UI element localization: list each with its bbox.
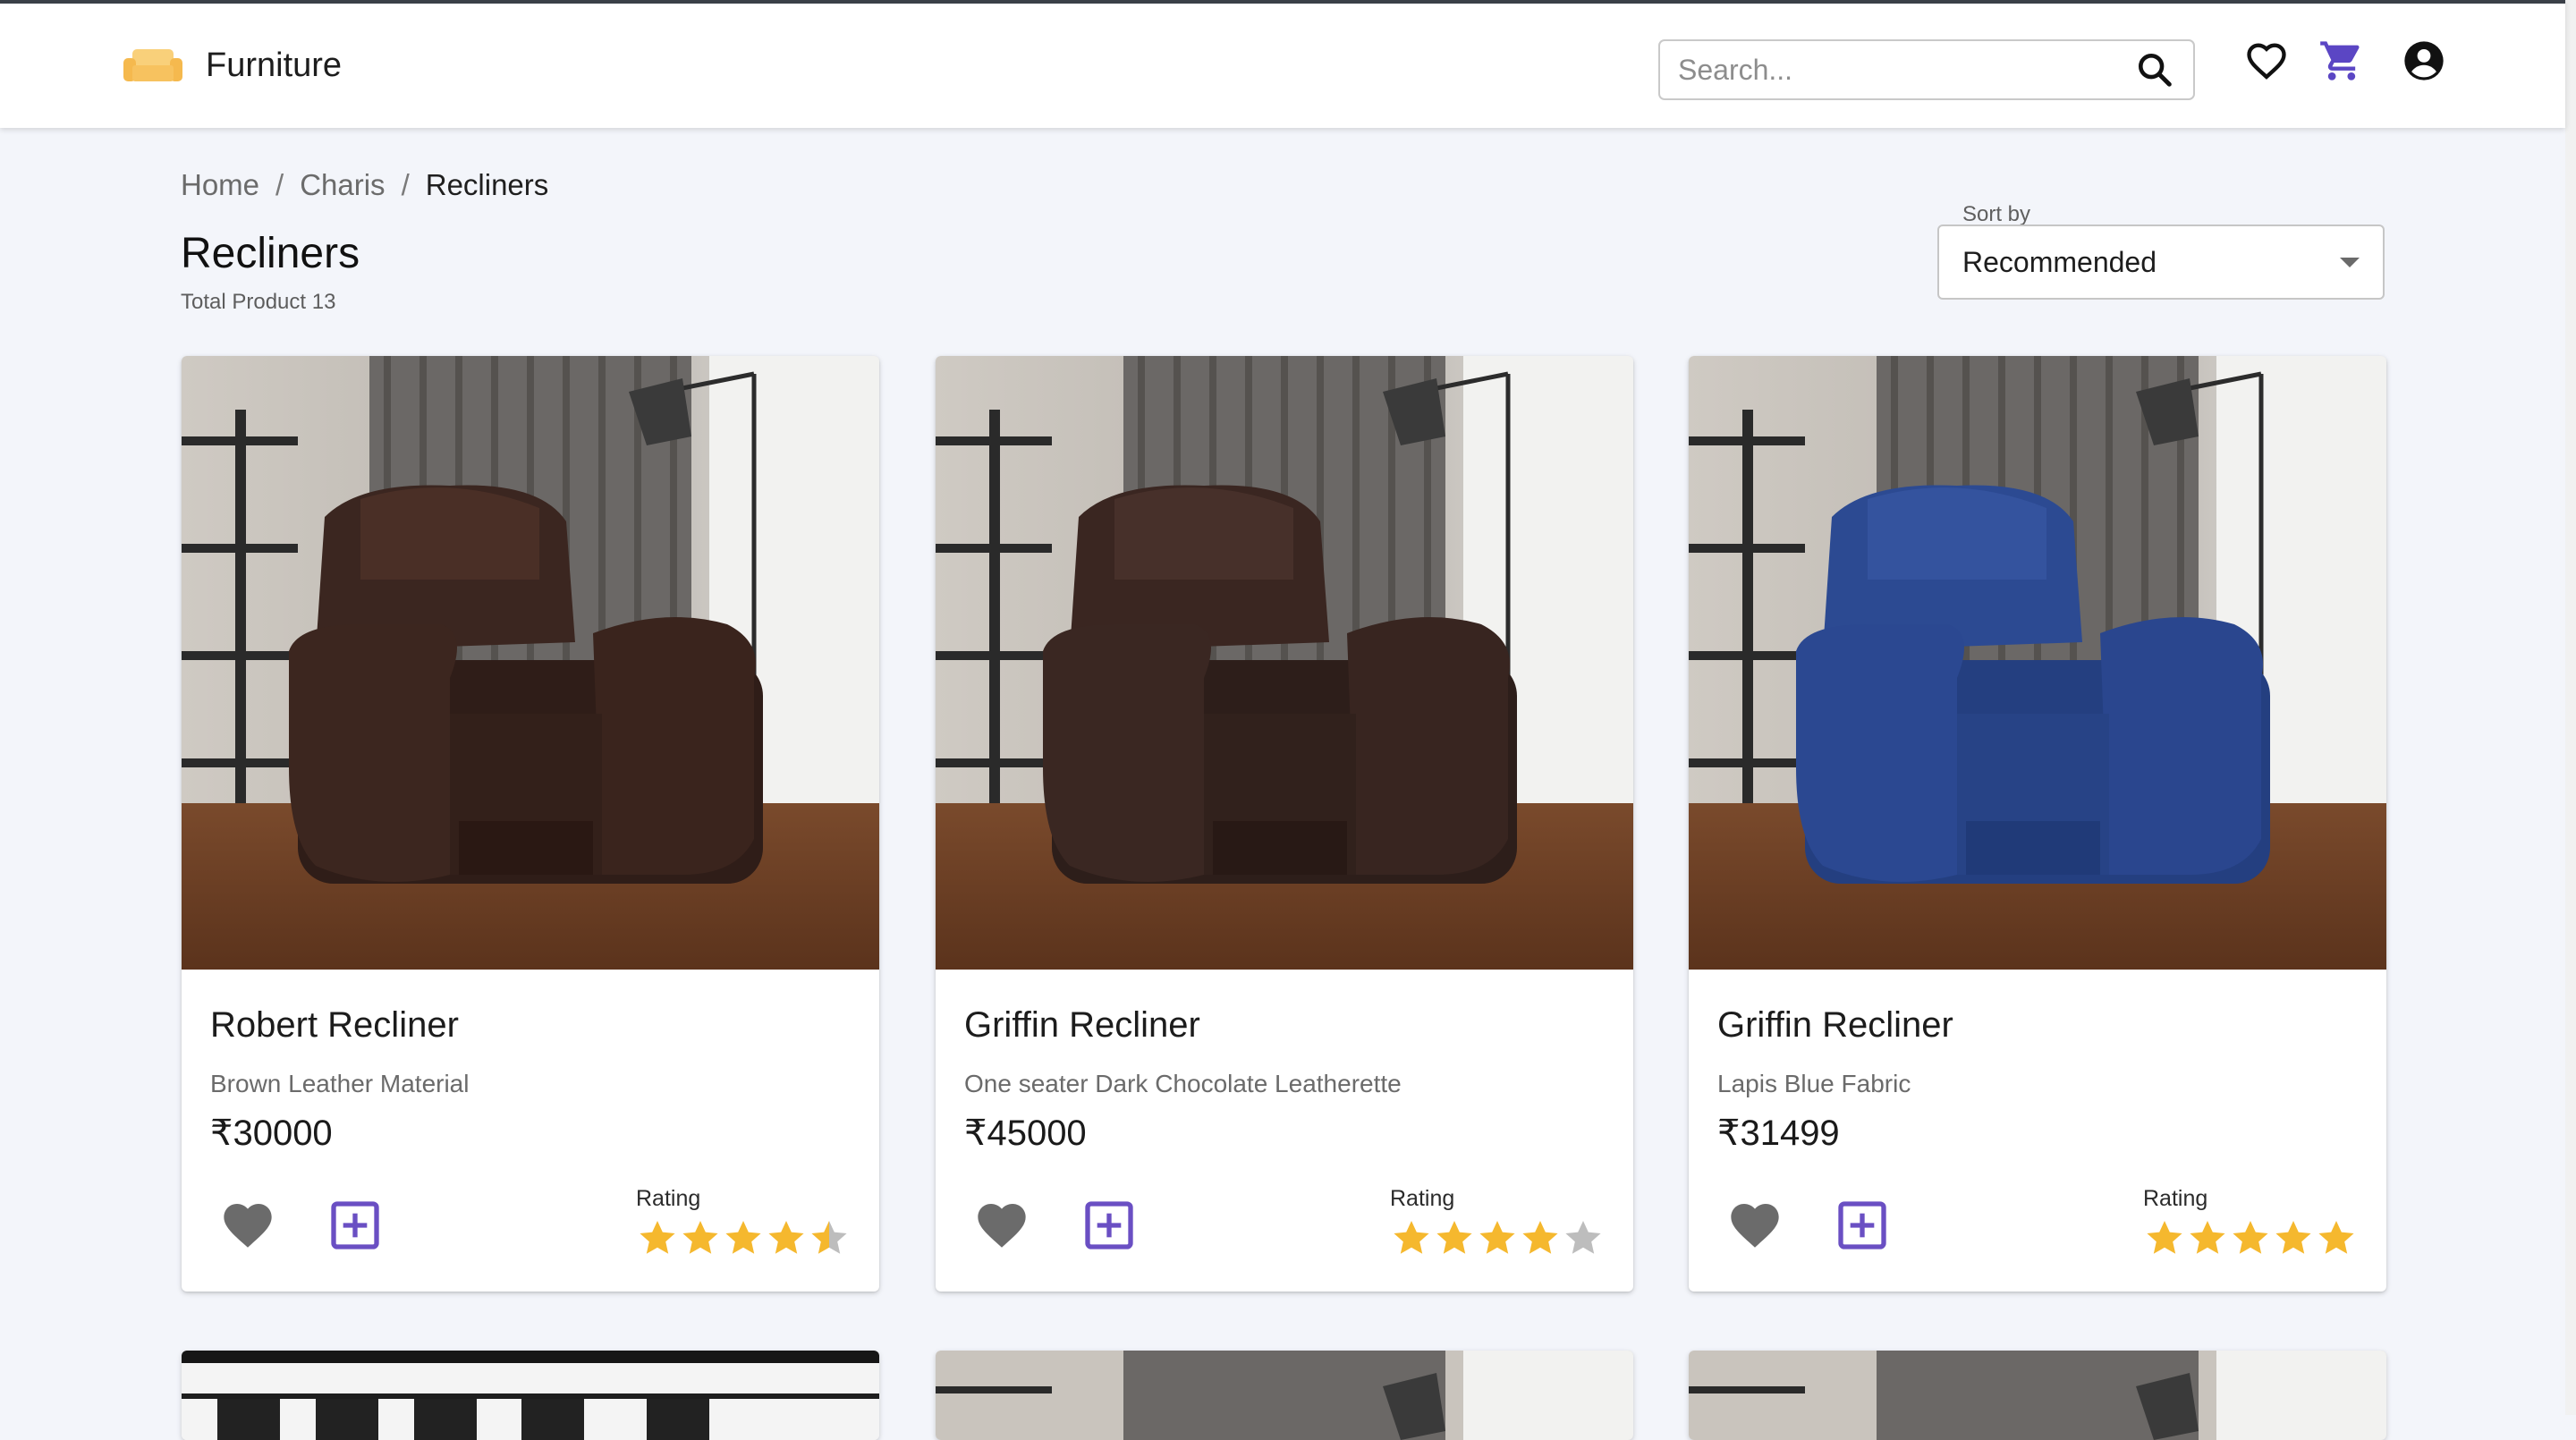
star-filled-icon xyxy=(2147,1221,2182,1254)
star-filled-icon xyxy=(2275,1221,2311,1254)
sofa-icon xyxy=(123,48,182,81)
sort-select[interactable]: Recommended xyxy=(1937,224,2385,300)
product-name[interactable]: Robert Recliner xyxy=(210,1005,459,1046)
product-image[interactable] xyxy=(936,1351,1633,1440)
search-icon[interactable] xyxy=(2134,49,2175,90)
cart-icon[interactable] xyxy=(2318,38,2365,84)
star-filled-icon xyxy=(768,1221,804,1254)
search-box xyxy=(1658,39,2195,100)
product-image[interactable] xyxy=(1689,356,2386,970)
product-price: ₹45000 xyxy=(964,1114,1087,1153)
breadcrumb: Home / Charis / Recliners xyxy=(181,168,548,202)
star-filled-icon xyxy=(682,1221,718,1254)
sort-label: Sort by xyxy=(1962,202,2031,226)
heart-icon[interactable] xyxy=(219,1197,276,1254)
rating-label: Rating xyxy=(2143,1186,2208,1211)
product-card[interactable] xyxy=(182,1351,879,1440)
product-description: Brown Leather Material xyxy=(210,1070,470,1097)
search-input[interactable] xyxy=(1678,53,2134,87)
product-description: Lapis Blue Fabric xyxy=(1717,1070,1911,1097)
breadcrumb-separator: / xyxy=(401,168,410,201)
star-filled-icon xyxy=(725,1221,761,1254)
add-box-icon[interactable] xyxy=(326,1197,384,1254)
breadcrumb-current: Recliners xyxy=(425,168,549,201)
star-filled-icon xyxy=(2318,1221,2354,1254)
star-filled-icon xyxy=(2233,1221,2268,1254)
brand[interactable]: Furniture xyxy=(123,47,342,85)
breadcrumb-home[interactable]: Home xyxy=(181,168,259,202)
star-rating xyxy=(2143,1216,2358,1259)
app-bar: Furniture xyxy=(0,0,2565,128)
breadcrumb-separator: / xyxy=(275,168,284,201)
product-image[interactable] xyxy=(182,1351,879,1440)
star-filled-icon xyxy=(640,1221,675,1254)
heart-icon[interactable] xyxy=(973,1197,1030,1254)
product-card[interactable] xyxy=(1689,1351,2386,1440)
product-description: One seater Dark Chocolate Leatherette xyxy=(964,1070,1402,1097)
product-price: ₹31499 xyxy=(1717,1114,1840,1153)
product-image[interactable] xyxy=(182,356,879,970)
product-card[interactable]: Griffin Recliner One seater Dark Chocola… xyxy=(936,356,1633,1292)
star-filled-icon xyxy=(2190,1221,2225,1254)
star-filled-icon xyxy=(1522,1221,1558,1254)
product-card[interactable]: Robert Recliner Brown Leather Material ₹… xyxy=(182,356,879,1292)
product-image[interactable] xyxy=(936,356,1633,970)
product-image[interactable] xyxy=(1689,1351,2386,1440)
sort-selected-value: Recommended xyxy=(1962,245,2157,278)
brand-name: Furniture xyxy=(206,47,343,84)
star-half-icon xyxy=(811,1221,847,1254)
heart-icon[interactable] xyxy=(2243,38,2290,84)
heart-icon[interactable] xyxy=(1726,1197,1784,1254)
star-filled-icon xyxy=(1479,1221,1515,1254)
rating-label: Rating xyxy=(1390,1186,1455,1211)
star-filled-icon xyxy=(1394,1221,1429,1254)
star-rating xyxy=(636,1216,851,1259)
star-empty-icon xyxy=(1565,1221,1601,1254)
add-box-icon[interactable] xyxy=(1834,1197,1891,1254)
product-card[interactable] xyxy=(936,1351,1633,1440)
product-name[interactable]: Griffin Recliner xyxy=(964,1005,1200,1046)
dropdown-arrow-icon xyxy=(2340,257,2360,267)
product-price: ₹30000 xyxy=(210,1114,333,1153)
star-rating xyxy=(1390,1216,1605,1259)
add-box-icon[interactable] xyxy=(1080,1197,1138,1254)
scrollbar-track[interactable] xyxy=(2565,0,2576,1415)
product-name[interactable]: Griffin Recliner xyxy=(1717,1005,1953,1046)
account-icon[interactable] xyxy=(2401,38,2447,84)
page-title: Recliners xyxy=(181,230,360,277)
rating-label: Rating xyxy=(636,1186,701,1211)
product-card[interactable]: Griffin Recliner Lapis Blue Fabric ₹3149… xyxy=(1689,356,2386,1292)
breadcrumb-chairs[interactable]: Charis xyxy=(300,168,385,202)
total-product-count: Total Product 13 xyxy=(181,290,336,314)
star-filled-icon xyxy=(1436,1221,1472,1254)
